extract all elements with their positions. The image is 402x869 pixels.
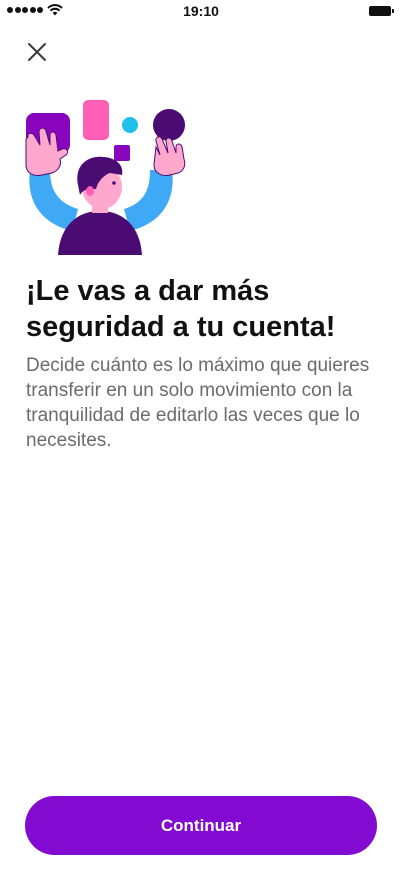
close-icon [28,43,46,61]
continue-button[interactable]: Continuar [25,796,377,855]
page-title: ¡Le vas a dar más seguridad a tu cuenta! [26,275,336,343]
status-bar: 19:10 [0,0,402,22]
person-juggling-shapes-illustration [25,100,186,255]
page-description: Decide cuánto es lo máximo que quieres t… [26,355,370,451]
close-button[interactable] [25,40,49,64]
status-time: 19:10 [183,3,219,19]
battery-icon [369,6,394,16]
